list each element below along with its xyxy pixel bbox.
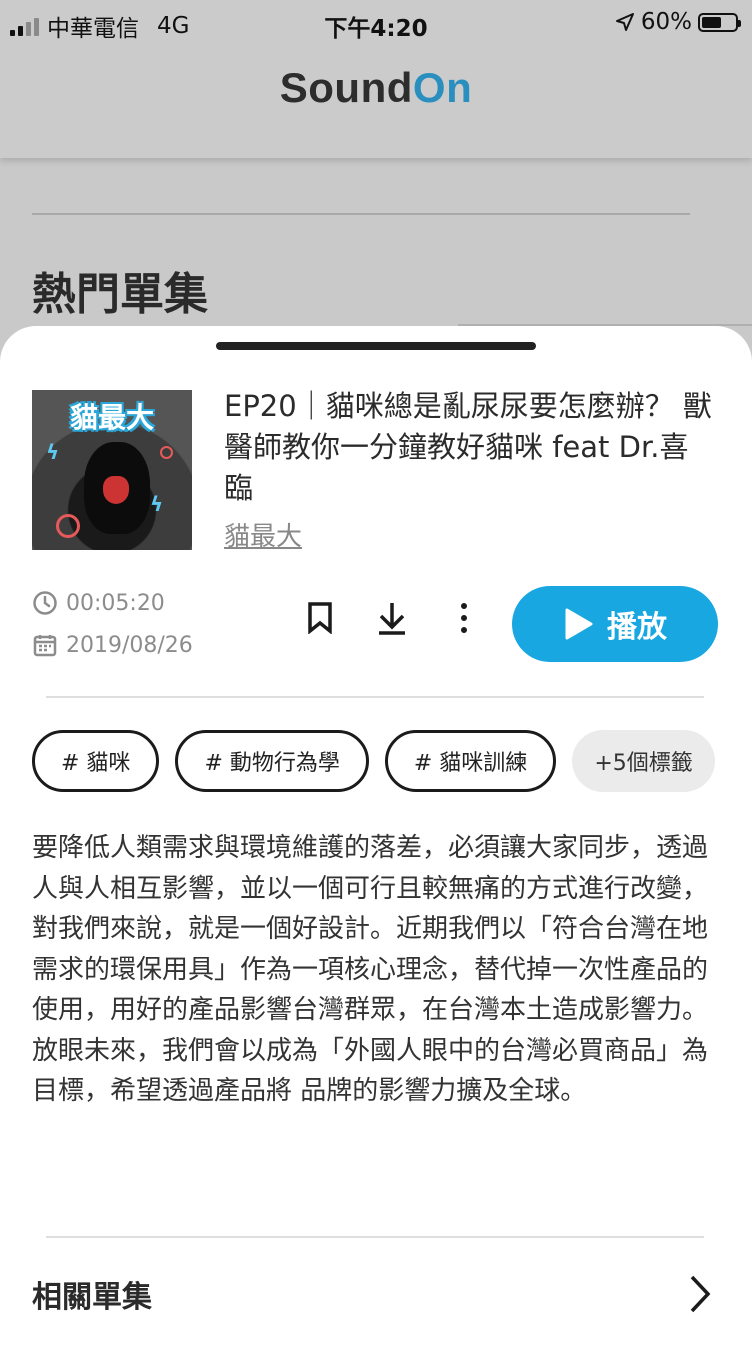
related-episodes-label: 相關單集 [32, 1280, 152, 1315]
duration-text: 00:05:20 [66, 590, 165, 616]
cover-bolt-icon: ϟ [150, 492, 164, 516]
download-button[interactable] [372, 598, 412, 638]
sheet-grabber[interactable] [216, 342, 536, 350]
episode-title: EP20｜貓咪總是亂尿尿要怎麼辦？ 獸醫師教你一分鐘教好貓咪 feat Dr.喜… [224, 389, 712, 505]
bg-divider [32, 213, 690, 215]
cover-cat-mouth [103, 476, 129, 504]
download-icon [379, 603, 405, 635]
tag-chip[interactable]: # 貓咪訓練 [384, 730, 557, 792]
date-text: 2019/08/26 [66, 632, 193, 658]
episode-actions [300, 598, 516, 638]
cover-title: 貓最大 [69, 401, 154, 434]
divider [46, 696, 704, 698]
divider [46, 1236, 704, 1238]
clock-icon [33, 591, 57, 615]
battery-percent: 60% [640, 9, 692, 35]
play-label: 播放 [607, 610, 667, 645]
bookmark-button[interactable] [300, 598, 340, 638]
tag-list: # 貓咪 # 動物行為學 # 貓咪訓練 +5個標籤 [32, 730, 715, 792]
status-bar: 中華電信 4G 下午4:20 60% [0, 0, 752, 46]
episode-description: 要降低人類需求與環境維護的落差，必須讓大家同步，透過人與人相互影響，並以一個可行… [32, 833, 709, 1106]
more-icon [461, 603, 467, 633]
play-icon [565, 608, 593, 640]
logo-text-on: On [412, 64, 473, 111]
duration-row: 00:05:20 [32, 590, 165, 616]
cover-ring-decoration [56, 514, 80, 538]
podcast-author-link[interactable]: 貓最大 [224, 516, 302, 553]
play-button[interactable]: 播放 [512, 586, 718, 662]
more-tags-button[interactable]: +5個標籤 [572, 730, 715, 792]
episode-sheet: ϟ ϟ 貓最大 EP20｜貓咪總是亂尿尿要怎麼辦？ 獸醫師教你一分鐘教好貓咪 f… [0, 326, 752, 1356]
app-header: SoundOn [0, 46, 752, 158]
battery-icon [698, 12, 741, 32]
tag-chip[interactable]: # 貓咪 [32, 730, 160, 792]
date-row: 2019/08/26 [32, 632, 193, 658]
logo-text-sound: Sound [279, 64, 413, 111]
bookmark-icon [308, 602, 332, 634]
related-episodes-row[interactable]: 相關單集 [32, 1274, 712, 1315]
bg-section-title: 熱門單集 [32, 269, 208, 320]
more-options-button[interactable] [444, 598, 484, 638]
calendar-icon [33, 635, 57, 657]
cover-bolt-icon: ϟ [46, 440, 60, 464]
chevron-right-icon [690, 1275, 711, 1313]
soundon-logo[interactable]: SoundOn [0, 64, 752, 112]
status-right: 60% [615, 9, 741, 35]
cover-ring-decoration-small [160, 446, 173, 459]
tag-chip[interactable]: # 動物行為學 [175, 730, 369, 792]
location-icon [615, 13, 634, 31]
episode-cover-image: ϟ ϟ 貓最大 [32, 390, 192, 550]
